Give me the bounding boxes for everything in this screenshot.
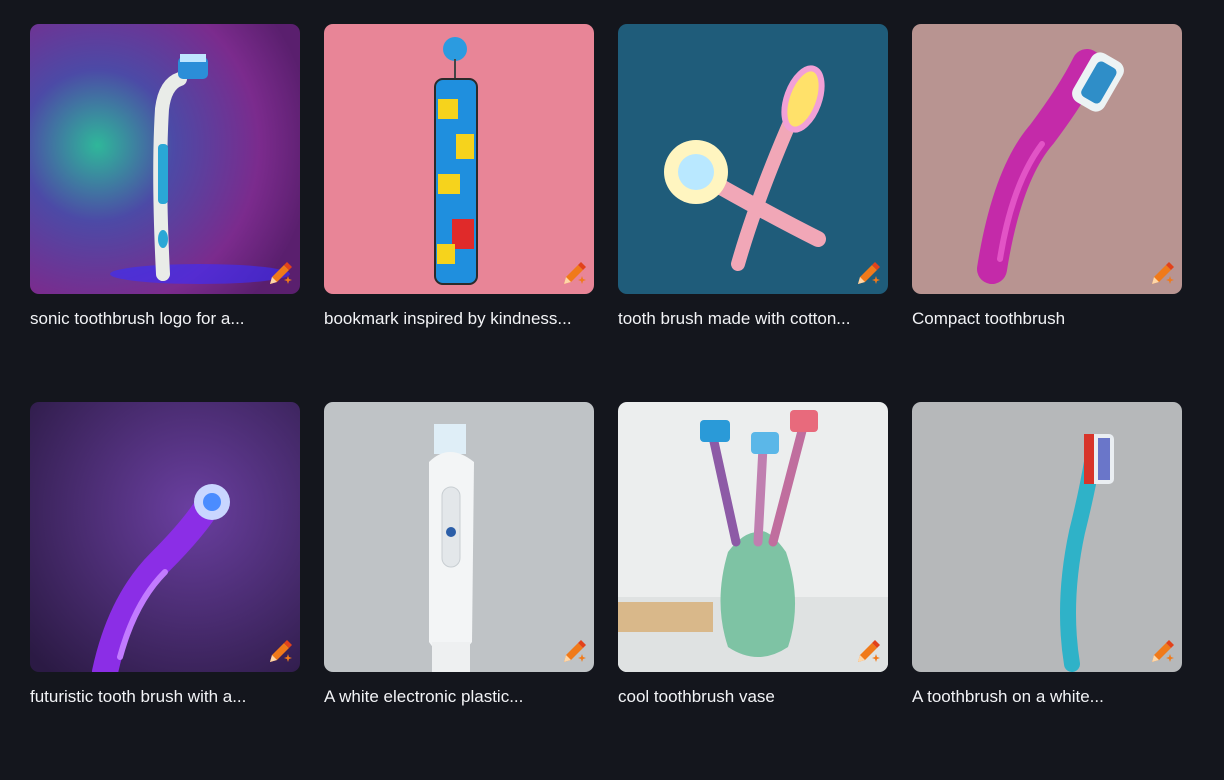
image-thumbnail[interactable] — [30, 402, 300, 672]
pencil-sparkle-icon[interactable] — [854, 260, 882, 288]
pencil-sparkle-icon[interactable] — [560, 638, 588, 666]
image-thumbnail[interactable] — [618, 24, 888, 294]
image-thumbnail[interactable] — [324, 24, 594, 294]
image-thumbnail[interactable] — [30, 24, 300, 294]
electric-toothbrush-image — [324, 402, 594, 672]
pencil-sparkle-icon[interactable] — [266, 638, 294, 666]
image-card[interactable]: bookmark inspired by kindness... — [324, 24, 594, 402]
image-caption: Compact toothbrush — [912, 309, 1066, 328]
image-thumbnail[interactable] — [618, 402, 888, 672]
image-card[interactable]: futuristic tooth brush with a... — [30, 402, 300, 780]
image-thumbnail[interactable] — [324, 402, 594, 672]
image-caption: tooth brush made with cotton... — [618, 309, 851, 328]
image-caption: A white electronic plastic... — [324, 687, 524, 706]
image-thumbnail[interactable] — [912, 402, 1182, 672]
compact-toothbrush-image — [912, 24, 1182, 294]
image-card[interactable]: cool toothbrush vase — [618, 402, 888, 780]
image-thumbnail[interactable] — [912, 24, 1182, 294]
pencil-sparkle-icon[interactable] — [854, 638, 882, 666]
pencil-sparkle-icon[interactable] — [266, 260, 294, 288]
image-caption: futuristic tooth brush with a... — [30, 687, 247, 706]
futuristic-toothbrush-image — [30, 402, 300, 672]
image-caption: sonic toothbrush logo for a... — [30, 309, 245, 328]
image-grid: sonic toothbrush logo for a... bookmark … — [30, 24, 1182, 780]
image-card[interactable]: A toothbrush on a white... — [912, 402, 1182, 780]
toothbrush-image — [30, 24, 300, 294]
image-card[interactable]: A white electronic plastic... — [324, 402, 594, 780]
blue-toothbrush-image — [912, 402, 1182, 672]
pencil-sparkle-icon[interactable] — [1148, 260, 1176, 288]
image-caption: A toothbrush on a white... — [912, 687, 1104, 706]
toothbrush-vase-image — [618, 402, 888, 672]
bookmark-image — [324, 24, 594, 294]
pencil-sparkle-icon[interactable] — [560, 260, 588, 288]
pencil-sparkle-icon[interactable] — [1148, 638, 1176, 666]
cotton-toothbrush-image — [618, 24, 888, 294]
image-caption: cool toothbrush vase — [618, 687, 775, 706]
image-card[interactable]: tooth brush made with cotton... — [618, 24, 888, 402]
image-caption: bookmark inspired by kindness... — [324, 309, 572, 328]
image-card[interactable]: Compact toothbrush — [912, 24, 1182, 402]
image-card[interactable]: sonic toothbrush logo for a... — [30, 24, 300, 402]
